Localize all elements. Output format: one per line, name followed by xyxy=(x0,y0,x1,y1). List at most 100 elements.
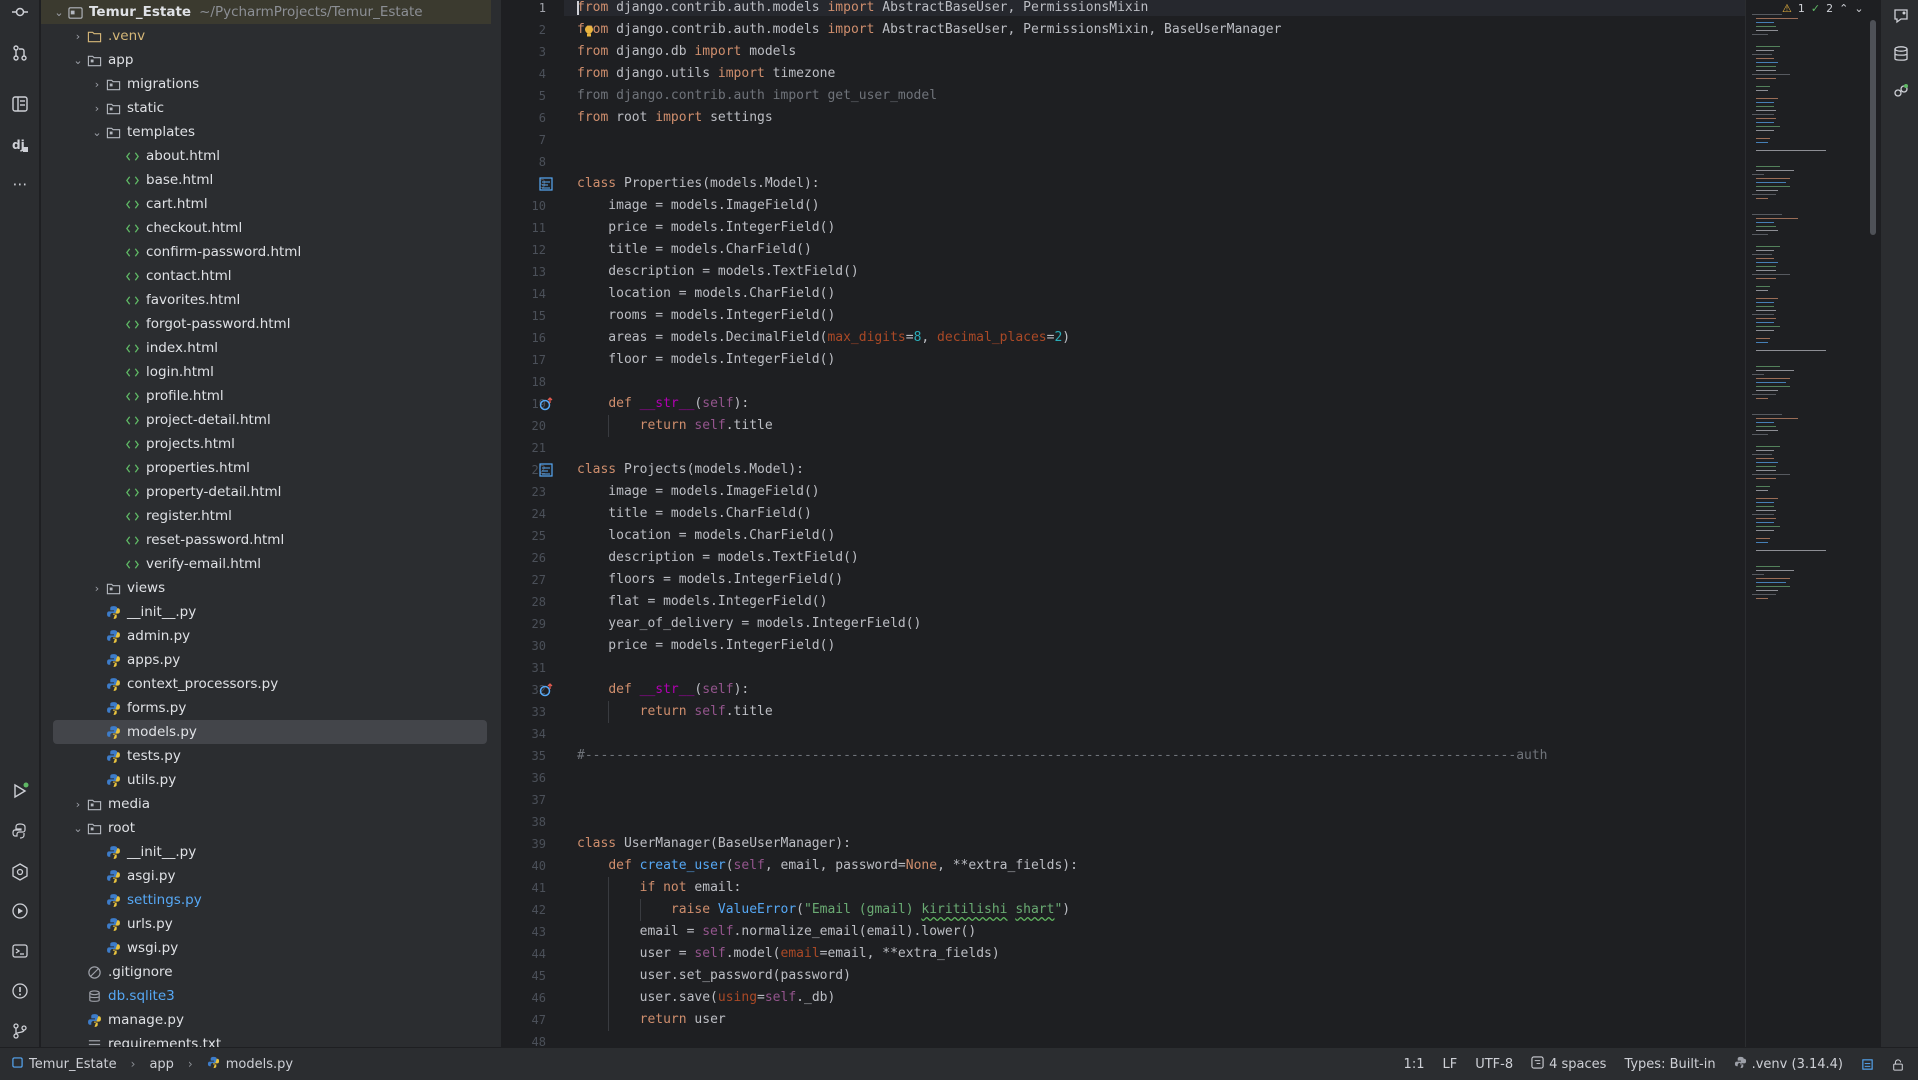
model-class-gutter-icon[interactable] xyxy=(539,176,553,191)
code-line: return self.title xyxy=(639,418,773,433)
inspection-widget[interactable]: ⚠ 1 ✓ 2 ⌃ ⌄ xyxy=(1782,0,1864,16)
tree-file[interactable]: urls.py xyxy=(41,912,491,936)
tree-file[interactable]: confirm-password.html xyxy=(41,240,491,264)
chevron-right-icon[interactable]: › xyxy=(89,582,105,595)
chevron-down-icon[interactable]: ⌄ xyxy=(89,126,105,139)
code-line: price = models.IntegerField() xyxy=(577,220,836,235)
chevron-right-icon[interactable]: › xyxy=(70,798,86,811)
model-class-gutter-icon[interactable] xyxy=(539,462,553,477)
minimap-line xyxy=(1756,530,1774,531)
chevron-right-icon[interactable]: › xyxy=(89,78,105,91)
tree-file[interactable]: contact.html xyxy=(41,264,491,288)
caret-position[interactable]: 1:1 xyxy=(1404,1057,1425,1072)
tree-folder[interactable]: › static xyxy=(41,96,491,120)
tree-file[interactable]: verify-email.html xyxy=(41,552,491,576)
django-structure-icon[interactable]: dj xyxy=(8,133,32,157)
code-line: location = models.CharField() xyxy=(577,528,836,543)
tree-file[interactable]: forgot-password.html xyxy=(41,312,491,336)
indent-widget[interactable]: 4 spaces xyxy=(1531,1056,1606,1073)
plugins-icon[interactable] xyxy=(1889,80,1913,104)
lock-icon[interactable] xyxy=(1892,1058,1904,1071)
tree-file[interactable]: about.html xyxy=(41,144,491,168)
ai-assistant-icon[interactable] xyxy=(1889,4,1913,28)
chevron-down-icon[interactable]: ⌄ xyxy=(70,822,86,835)
file-encoding[interactable]: UTF-8 xyxy=(1475,1057,1513,1072)
minimap-line xyxy=(1756,422,1774,423)
tree-file[interactable]: wsgi.py xyxy=(41,936,491,960)
tree-file[interactable]: models.py xyxy=(53,720,487,744)
memory-icon[interactable] xyxy=(1861,1058,1874,1071)
breadcrumb-project[interactable]: Temur_Estate xyxy=(29,1057,117,1072)
override-method-gutter-icon[interactable] xyxy=(539,396,553,411)
minimap-line xyxy=(1756,578,1790,579)
tree-file[interactable]: admin.py xyxy=(41,624,491,648)
override-method-gutter-icon[interactable] xyxy=(539,682,553,697)
tree-file[interactable]: project-detail.html xyxy=(41,408,491,432)
chevron-down-icon[interactable]: ⌄ xyxy=(70,54,86,67)
lightbulb-icon[interactable] xyxy=(584,22,594,37)
tree-file[interactable]: cart.html xyxy=(41,192,491,216)
tree-file[interactable]: reset-password.html xyxy=(41,528,491,552)
chevron-up-icon[interactable]: ⌃ xyxy=(1839,2,1848,15)
tree-file[interactable]: tests.py xyxy=(41,744,491,768)
terminal-icon[interactable] xyxy=(8,939,32,963)
tree-file[interactable]: context_processors.py xyxy=(41,672,491,696)
tree-file[interactable]: property-detail.html xyxy=(41,480,491,504)
folder-icon xyxy=(86,820,102,836)
tree-root[interactable]: ⌄ Temur_Estate ~/PycharmProjects/Temur_E… xyxy=(41,0,491,24)
tree-file[interactable]: utils.py xyxy=(41,768,491,792)
tree-folder[interactable]: ⌄ app xyxy=(41,48,491,72)
python-file-icon xyxy=(105,724,121,740)
tree-file[interactable]: checkout.html xyxy=(41,216,491,240)
tree-file[interactable]: __init__.py xyxy=(41,840,491,864)
python-packages-icon[interactable] xyxy=(8,819,32,843)
chevron-down-icon[interactable]: ⌄ xyxy=(51,6,67,19)
breadcrumb-folder[interactable]: app xyxy=(149,1057,173,1072)
tree-folder[interactable]: ⌄ templates xyxy=(41,120,491,144)
tree-file[interactable]: asgi.py xyxy=(41,864,491,888)
indent-guide xyxy=(608,877,609,1031)
project-icon[interactable] xyxy=(8,92,32,116)
tree-file[interactable]: favorites.html xyxy=(41,288,491,312)
database-icon[interactable] xyxy=(1889,42,1913,66)
tree-file[interactable]: profile.html xyxy=(41,384,491,408)
code-editor[interactable]: 1 from django.contrib.auth.models import … xyxy=(504,0,1880,1047)
chevron-down-icon[interactable]: ⌄ xyxy=(1854,2,1863,15)
tree-folder[interactable]: › migrations xyxy=(41,72,491,96)
chevron-right-icon[interactable]: › xyxy=(70,30,86,43)
tree-folder[interactable]: › .venv xyxy=(41,24,491,48)
tree-file[interactable]: index.html xyxy=(41,336,491,360)
tree-file[interactable]: base.html xyxy=(41,168,491,192)
tree-file[interactable]: manage.py xyxy=(41,1008,491,1032)
tree-file[interactable]: requirements.txt xyxy=(41,1032,491,1047)
tree-folder[interactable]: › media xyxy=(41,792,491,816)
html-file-icon xyxy=(124,508,140,524)
chevron-right-icon[interactable]: › xyxy=(89,102,105,115)
tree-file[interactable]: login.html xyxy=(41,360,491,384)
editor-scrollbar[interactable] xyxy=(1870,20,1876,235)
line-separator[interactable]: LF xyxy=(1442,1057,1457,1072)
tree-file[interactable]: apps.py xyxy=(41,648,491,672)
interpreter-widget[interactable]: .venv (3.14.4) xyxy=(1734,1056,1843,1073)
tree-file[interactable]: register.html xyxy=(41,504,491,528)
tree-file[interactable]: settings.py xyxy=(41,888,491,912)
tree-file[interactable]: properties.html xyxy=(41,456,491,480)
tree-file[interactable]: db.sqlite3 xyxy=(41,984,491,1008)
services-icon[interactable] xyxy=(8,860,32,884)
code-minimap[interactable] xyxy=(1745,0,1875,1047)
tree-file[interactable]: __init__.py xyxy=(41,600,491,624)
run-icon[interactable] xyxy=(8,779,32,803)
tree-folder[interactable]: ⌄ root xyxy=(41,816,491,840)
tree-file[interactable]: .gitignore xyxy=(41,960,491,984)
tree-folder[interactable]: › views xyxy=(41,576,491,600)
tree-file[interactable]: projects.html xyxy=(41,432,491,456)
breadcrumb-file[interactable]: models.py xyxy=(226,1057,293,1072)
pull-requests-icon[interactable] xyxy=(8,41,32,65)
commit-icon[interactable] xyxy=(8,0,32,24)
problems-icon[interactable] xyxy=(8,979,32,1003)
debug-run-icon[interactable] xyxy=(8,899,32,923)
git-branch-icon[interactable] xyxy=(8,1019,32,1043)
type-checker[interactable]: Types: Built-in xyxy=(1624,1057,1715,1072)
tree-file[interactable]: forms.py xyxy=(41,696,491,720)
more-tools-icon[interactable]: ⋯ xyxy=(8,172,32,196)
